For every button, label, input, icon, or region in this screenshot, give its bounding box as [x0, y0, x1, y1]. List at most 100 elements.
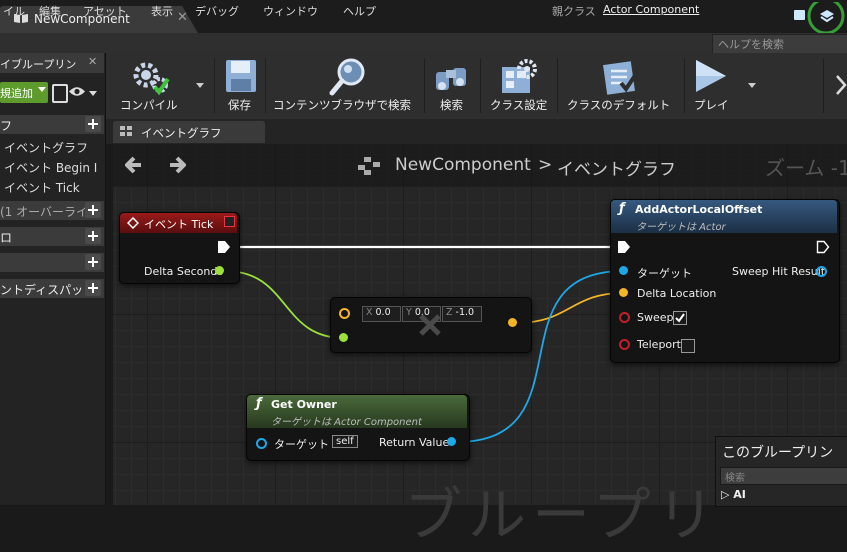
parent-class-link[interactable]: Actor Component	[603, 3, 699, 16]
add-new-label: 規追加	[0, 87, 33, 100]
class-defaults-checklist-icon[interactable]	[601, 57, 641, 97]
add-variable-plus-icon[interactable]	[85, 254, 101, 270]
return-value-pin[interactable]	[447, 437, 456, 446]
parent-class-label: 親クラス	[552, 5, 596, 18]
save-disk-icon[interactable]	[224, 58, 258, 94]
exec-out-pin-icon[interactable]	[217, 240, 231, 254]
vector-x-field[interactable]: X 0.0	[362, 306, 401, 322]
chevron-down-icon[interactable]	[89, 91, 97, 96]
owner-target-label: ターゲット	[274, 438, 329, 451]
back-arrow-icon[interactable]	[125, 155, 143, 175]
add-graph-plus-icon[interactable]	[85, 116, 101, 132]
exec-in-pin-icon[interactable]	[617, 240, 631, 254]
teleport-checkbox[interactable]	[681, 339, 695, 353]
graph-watermark: ブループリ	[404, 481, 721, 549]
exec-out-pin-icon[interactable]	[816, 240, 830, 254]
tab-close-icon[interactable]: ✕	[177, 10, 188, 25]
function-icon: ƒ	[256, 396, 262, 411]
compile-options-chevron-icon[interactable]	[196, 83, 204, 88]
search-box-icon[interactable]	[52, 84, 68, 103]
toolbar-divider	[684, 58, 685, 113]
breadcrumb-graph: イベントグラフ	[557, 160, 676, 180]
eye-icon[interactable]	[68, 86, 86, 97]
vector-x-label: X	[366, 307, 373, 318]
play-options-chevron-icon[interactable]	[748, 83, 756, 88]
class-defaults-button[interactable]: クラスのデフォルト	[567, 97, 670, 113]
toolbar-divider	[557, 58, 558, 113]
float-input-pin[interactable]	[339, 333, 348, 342]
sweep-hit-result-pin[interactable]	[816, 266, 827, 277]
tree-item-event-begin[interactable]: イベント Begin I	[4, 159, 97, 176]
toolbar-overflow-chevron-icon[interactable]	[835, 74, 847, 96]
breadcrumb-separator: >	[538, 155, 553, 175]
delta-location-pin[interactable]	[619, 288, 628, 297]
add-function-plus-icon[interactable]	[85, 202, 101, 218]
play-triangle-icon[interactable]	[693, 58, 729, 94]
get-owner-title: Get Owner	[271, 398, 337, 411]
toolbar-divider	[823, 58, 824, 113]
event-diamond-icon	[127, 217, 139, 229]
sweep-pin[interactable]	[619, 312, 630, 323]
class-settings-gear-icon[interactable]	[499, 57, 539, 97]
search-button[interactable]: 検索	[440, 97, 463, 113]
event-graph-icon	[120, 126, 132, 136]
delta-seconds-pin[interactable]	[215, 266, 224, 275]
target-pin[interactable]	[619, 266, 628, 275]
section-functions-label: (1 オーバーライ	[0, 205, 89, 219]
panel-close-icon[interactable]: ✕	[88, 55, 97, 68]
teleport-pin[interactable]	[619, 339, 630, 350]
target-pin-label: ターゲット	[637, 267, 692, 280]
forward-arrow-icon[interactable]	[168, 155, 186, 175]
section-event-dispatchers-label: ントディスパッ	[0, 283, 84, 297]
menu-edit[interactable]: 編集	[39, 3, 61, 19]
get-owner-subtitle: ターゲットは Actor Component	[271, 417, 422, 428]
notification-icons[interactable]	[790, 2, 847, 36]
vector-z-label: Z	[446, 307, 453, 318]
delta-location-label: Delta Location	[637, 287, 717, 300]
compile-button[interactable]: コンパイル	[120, 97, 178, 113]
save-button[interactable]: 保存	[228, 97, 251, 113]
search-binoculars-icon[interactable]	[433, 58, 471, 96]
graph-breadcrumb-icon	[358, 157, 380, 175]
function-icon: ƒ	[619, 201, 625, 216]
play-button[interactable]: プレイ	[694, 97, 729, 113]
section-macros-label: ロ	[0, 231, 13, 245]
toolbar-divider	[424, 58, 425, 113]
sweep-checkbox[interactable]	[673, 311, 687, 325]
class-settings-button[interactable]: クラス設定	[490, 97, 547, 113]
vector-z-field[interactable]: Z -1.0	[442, 306, 482, 322]
menu-window[interactable]: ウィンドウ	[263, 3, 318, 19]
section-graphs-label: フ	[0, 119, 13, 133]
browse-magnifier-icon[interactable]	[329, 57, 369, 97]
add-offset-title: AddActorLocalOffset	[635, 203, 763, 216]
menu-file[interactable]: イル	[3, 3, 25, 19]
vector-z-value: -1.0	[455, 307, 475, 318]
return-value-label: Return Value	[379, 436, 450, 449]
toolbar-divider	[480, 58, 481, 113]
menu-view[interactable]: 表示	[151, 3, 173, 19]
vector-input-pin[interactable]	[339, 308, 350, 319]
menu-asset[interactable]: アセット	[83, 3, 127, 19]
self-default-value[interactable]: self	[332, 435, 358, 448]
palette-title: このブループリン	[722, 445, 834, 461]
tab-event-graph-label: イベントグラフ	[141, 126, 222, 140]
vector-output-pin[interactable]	[508, 318, 517, 327]
checkmark-icon	[675, 313, 685, 323]
add-macro-plus-icon[interactable]	[85, 228, 101, 244]
owner-target-pin[interactable]	[256, 438, 267, 449]
event-delegate-pin[interactable]	[224, 216, 235, 227]
palette-category-ai[interactable]: ▷ AI	[721, 488, 746, 501]
menu-debug[interactable]: デバッグ	[195, 3, 239, 19]
my-blueprint-tab-label: イブループリン	[0, 58, 77, 71]
palette-category-ai-label: AI	[733, 488, 746, 501]
add-dispatcher-plus-icon[interactable]	[85, 280, 101, 296]
browse-in-content-browser-button[interactable]: コンテンツブラウザで検索	[273, 97, 411, 113]
menu-help[interactable]: ヘルプ	[343, 3, 376, 19]
sweep-hit-result-label: Sweep Hit Result	[732, 265, 826, 278]
compile-gears-icon[interactable]	[131, 57, 171, 97]
help-search-placeholder: ヘルプを検索	[718, 38, 784, 51]
tree-item-event-graph[interactable]: イベントグラフ	[4, 139, 88, 156]
chevron-down-icon	[38, 87, 46, 92]
tree-item-event-tick[interactable]: イベント Tick	[4, 179, 80, 196]
breadcrumb-component[interactable]: NewComponent	[395, 155, 531, 175]
